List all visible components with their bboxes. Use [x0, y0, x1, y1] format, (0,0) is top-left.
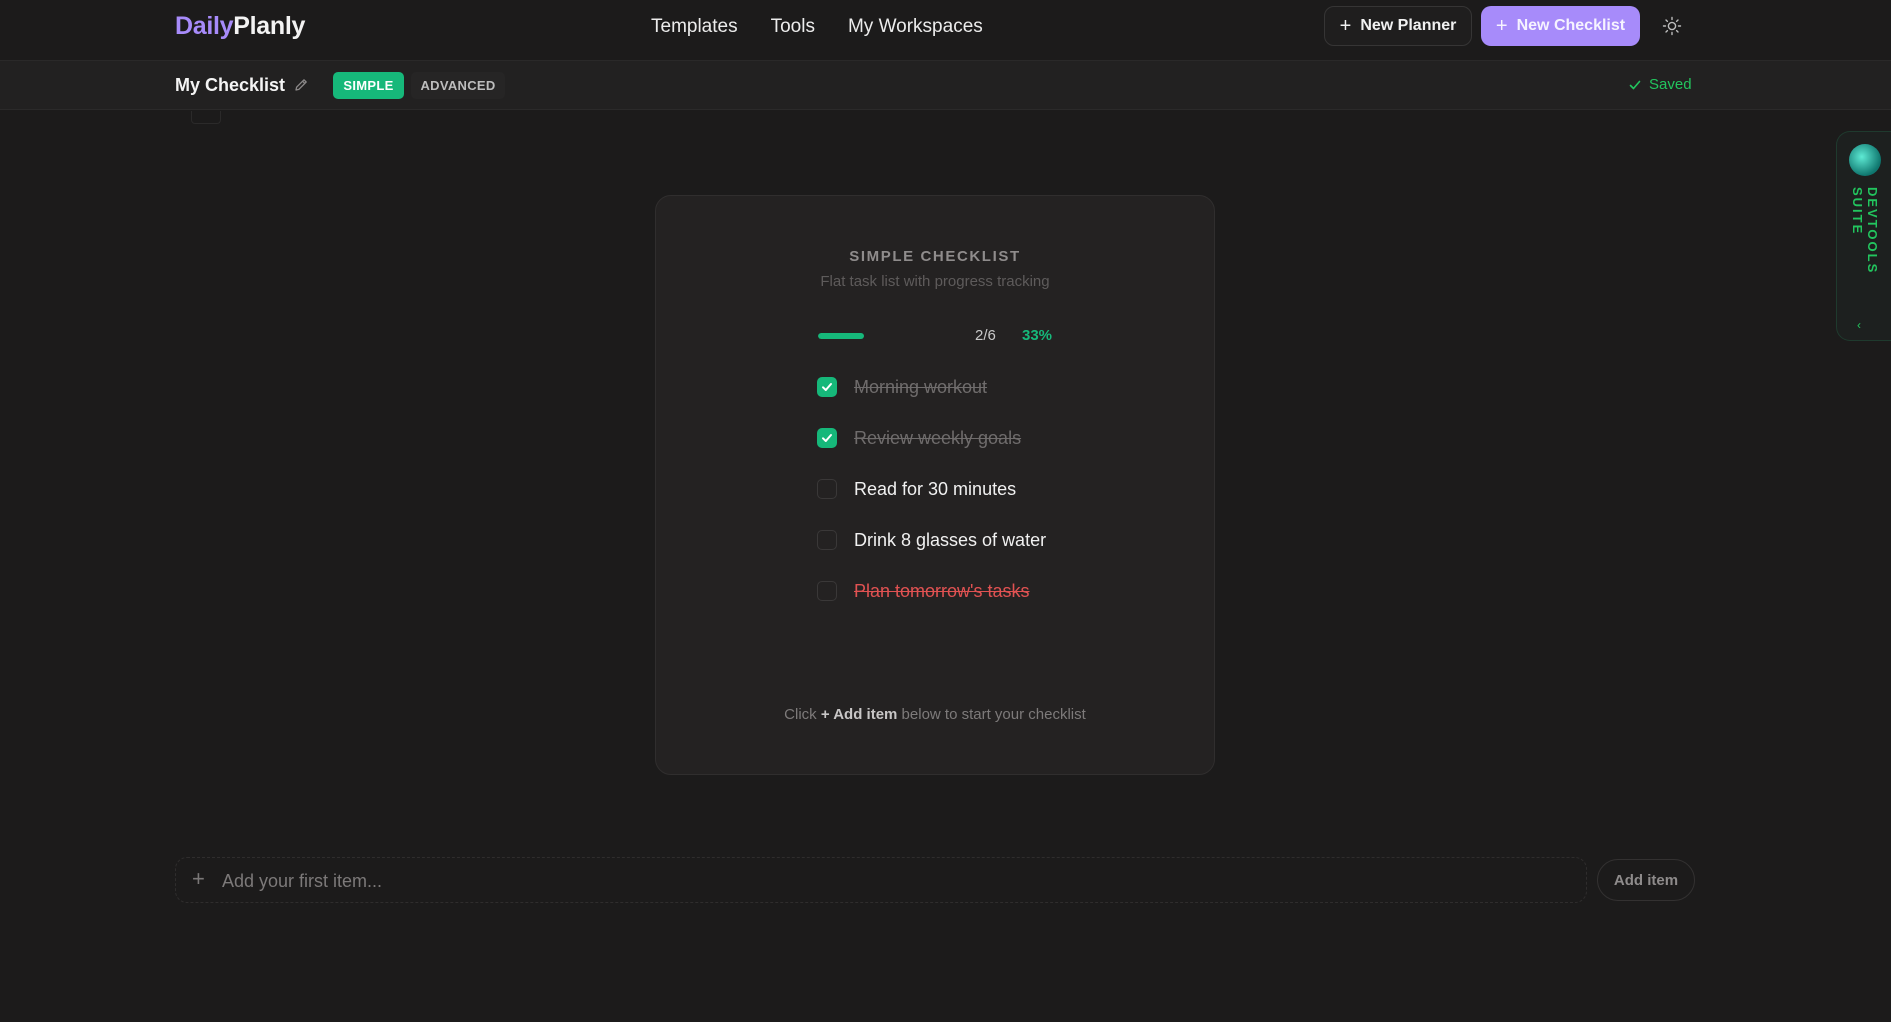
nav-my-workspaces[interactable]: My Workspaces [848, 16, 983, 38]
checklist-item[interactable]: Read for 30 minutes [817, 477, 1016, 501]
collapsed-panel-handle[interactable] [191, 111, 221, 124]
item-checkbox[interactable] [817, 377, 837, 397]
sun-icon[interactable] [1660, 14, 1684, 38]
devtools-label: DEVTOOLS SUITE [1850, 187, 1880, 275]
progress-bar [818, 333, 958, 339]
add-item-bar: + [175, 857, 1587, 903]
brand-logo[interactable]: DailyPlanly [175, 12, 305, 41]
new-planner-button[interactable]: + New Planner [1324, 6, 1472, 46]
checkmark-icon [822, 434, 832, 442]
progress-count: 2/6 [975, 327, 996, 344]
item-label: Plan tomorrow's tasks [854, 580, 1030, 601]
checkmark-icon [822, 383, 832, 391]
plus-icon: + [1495, 15, 1508, 37]
item-label: Review weekly goals [854, 427, 1022, 448]
card-title: SIMPLE CHECKLIST [849, 248, 1021, 265]
nav-tools[interactable]: Tools [771, 16, 815, 38]
checklist-item[interactable]: Morning workout [817, 375, 987, 399]
document-toolbar: My Checklist SIMPLE ADVANCED Saved [0, 61, 1891, 110]
devtools-logo-icon [1849, 144, 1881, 176]
item-label: Read for 30 minutes [854, 478, 1017, 499]
plus-icon: + [1339, 15, 1352, 37]
add-item-input[interactable] [220, 864, 1560, 898]
brand-logo-part2: Planly [233, 12, 306, 40]
mode-simple-tab[interactable]: SIMPLE [333, 72, 404, 99]
pencil-icon[interactable] [293, 77, 309, 93]
card-subtitle: Flat task list with progress tracking [820, 273, 1050, 290]
checklist-item[interactable]: Review weekly goals [817, 426, 1021, 450]
save-status: Saved [1628, 76, 1692, 93]
new-checklist-button[interactable]: + New Checklist [1481, 6, 1640, 46]
progress-section: 2/6 33% [818, 327, 1066, 347]
item-label: Drink 8 glasses of water [854, 529, 1047, 550]
brand-logo-part1: Daily [175, 12, 234, 40]
check-icon [1629, 80, 1641, 89]
hint-suffix: below to start your checklist [897, 706, 1086, 723]
item-label: Morning workout [854, 376, 988, 397]
item-checkbox[interactable] [817, 581, 837, 601]
progress-bar-fill [818, 333, 865, 339]
chevron-left-icon: ‹ [1857, 318, 1861, 332]
empty-hint: Click + Add item below to start your che… [656, 706, 1214, 723]
mode-advanced-tab[interactable]: ADVANCED [411, 72, 505, 99]
item-checkbox[interactable] [817, 479, 837, 499]
plus-icon: + [192, 866, 205, 891]
nav-templates[interactable]: Templates [651, 16, 738, 38]
new-checklist-label: New Checklist [1516, 17, 1626, 34]
item-checkbox[interactable] [817, 530, 837, 550]
new-planner-label: New Planner [1360, 17, 1457, 34]
devtools-tab[interactable]: DEVTOOLS SUITE ‹ [1836, 131, 1891, 341]
checklist-item[interactable]: Drink 8 glasses of water [817, 528, 1046, 552]
hint-add-item: + Add item [820, 706, 898, 723]
hint-prefix: Click [784, 706, 821, 723]
main-nav: Templates Tools My Workspaces [651, 16, 983, 38]
top-navbar: DailyPlanly Templates Tools My Workspace… [0, 0, 1891, 61]
saved-label: Saved [1649, 76, 1692, 93]
add-item-button[interactable]: Add item [1597, 859, 1695, 901]
page-title[interactable]: My Checklist [175, 75, 285, 96]
checklist-card: SIMPLE CHECKLIST Flat task list with pro… [655, 195, 1215, 775]
item-checkbox[interactable] [817, 428, 837, 448]
progress-percent: 33% [1022, 327, 1053, 344]
checklist-item[interactable]: Plan tomorrow's tasks [817, 579, 1030, 603]
